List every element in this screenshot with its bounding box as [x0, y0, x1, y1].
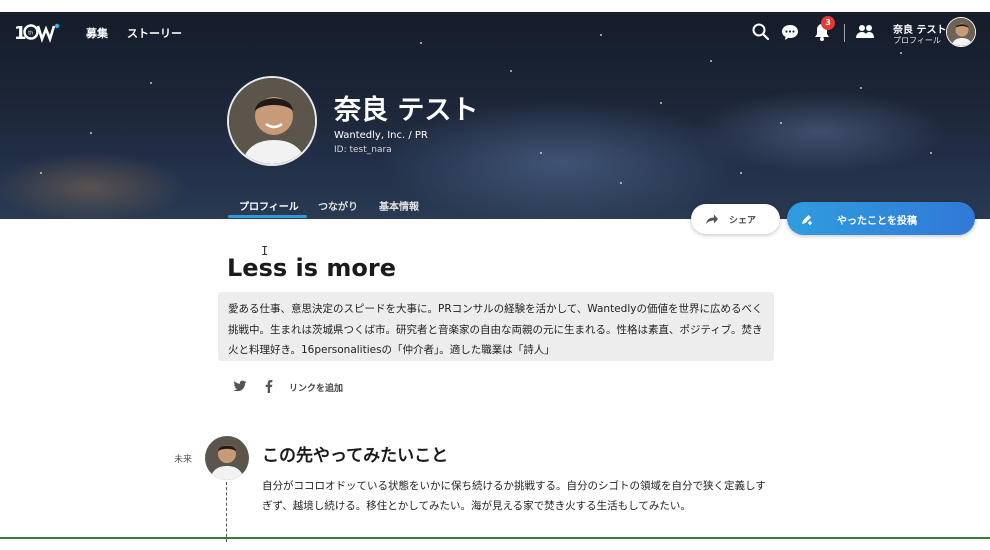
profile-id: ID: test_nara — [334, 145, 392, 155]
future-section-title: この先やってみたいこと — [262, 446, 449, 466]
facebook-icon[interactable] — [262, 379, 276, 393]
wantedly-16th-logo[interactable]: 1 th — [14, 21, 60, 43]
future-section-body: 自分がココロオドッている状態をいかに保ち続けるか挑戦する。自分のシゴトの領域を自… — [262, 480, 766, 512]
search-icon[interactable] — [751, 22, 771, 42]
share-arrow-icon — [706, 214, 718, 224]
active-tab-indicator — [228, 215, 307, 218]
timeline-future-label: 未来 — [174, 455, 193, 465]
post-activity-button[interactable]: やったことを投稿 — [787, 202, 975, 235]
nav-stories-link[interactable]: ストーリー — [127, 25, 182, 41]
header-avatar[interactable] — [946, 17, 976, 47]
bio-box: 愛ある仕事、意思決定のスピードを大事に。PRコンサルの経験を活かして、Wante… — [218, 292, 774, 361]
notification-badge: 3 — [821, 16, 835, 30]
window-top-strip — [0, 0, 990, 12]
svg-text:th: th — [28, 31, 33, 37]
bottom-border — [0, 537, 990, 539]
profile-company[interactable]: Wantedly, Inc. / PR — [334, 130, 428, 141]
post-activity-label: やったことを投稿 — [837, 216, 917, 227]
tab-connections[interactable]: つながり — [318, 198, 358, 213]
share-button[interactable]: シェア — [691, 204, 780, 234]
bio-text: 愛ある仕事、意思決定のスピードを大事に。PRコンサルの経験を活かして、Wante… — [228, 303, 763, 356]
toolbar-divider — [844, 24, 845, 42]
header-user-profile-link[interactable]: プロフィール — [893, 35, 941, 46]
header-user-name[interactable]: 奈良 テスト — [893, 21, 946, 36]
timeline-line — [226, 482, 227, 542]
chat-icon[interactable] — [780, 22, 800, 42]
people-icon[interactable] — [855, 22, 875, 42]
pen-plus-icon — [802, 215, 812, 225]
profile-name: 奈良 テスト — [334, 95, 479, 126]
tab-basic-info[interactable]: 基本情報 — [379, 198, 419, 213]
add-link-button[interactable]: リンクを追加 — [289, 381, 343, 394]
top-navigation-bar: 1 th 募集 ストーリー — [0, 12, 990, 52]
future-avatar — [205, 436, 249, 480]
nav-jobs-link[interactable]: 募集 — [86, 25, 108, 41]
share-label: シェア — [729, 216, 757, 226]
profile-headline: Less is more — [227, 254, 396, 282]
twitter-icon[interactable] — [233, 379, 247, 393]
profile-avatar — [227, 76, 317, 166]
tab-profile[interactable]: プロフィール — [239, 198, 299, 213]
